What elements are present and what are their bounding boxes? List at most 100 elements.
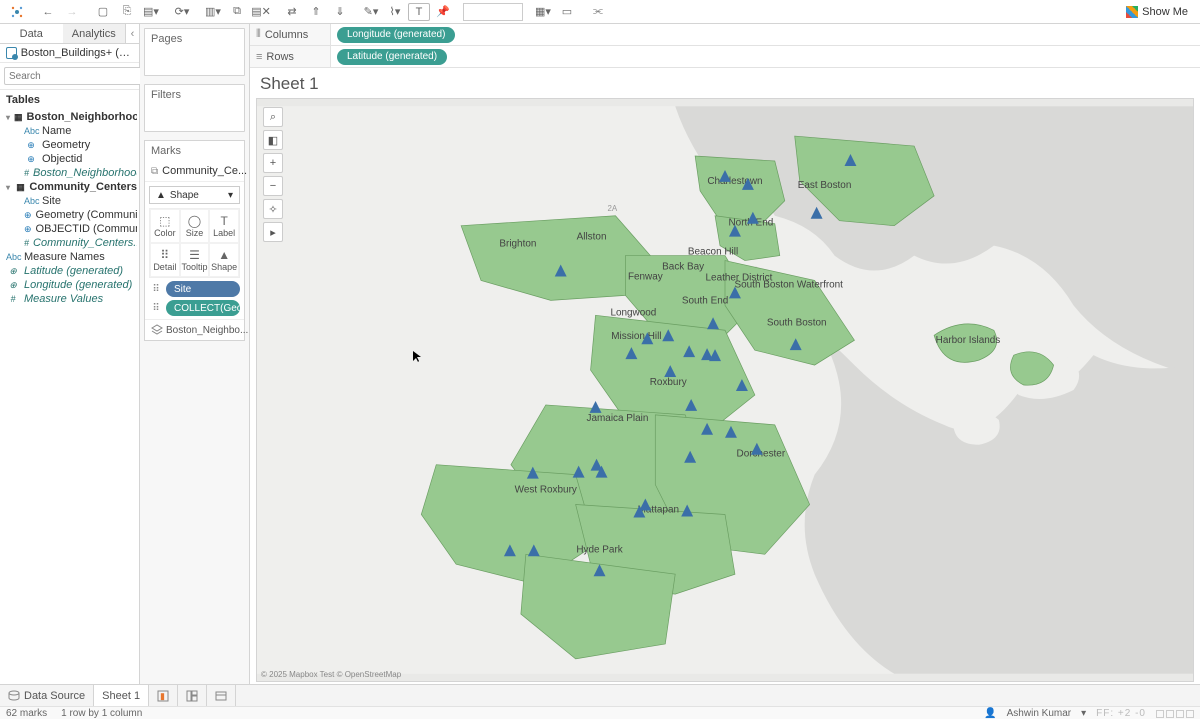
field-row[interactable]: ⊕Objectid (2, 152, 137, 166)
field-row[interactable]: #Community_Centers.... (2, 236, 137, 250)
rows-shelf[interactable]: ≡Rows Latitude (generated) (250, 46, 1200, 68)
marks-card: Marks ⧉ Community_Ce... ▲Shape ▾ ⬚Color◯… (144, 140, 245, 341)
duplicate-button[interactable]: ⧉ (226, 3, 248, 21)
cursor-icon (413, 351, 421, 363)
autosave-button[interactable]: ▤▾ (140, 3, 162, 21)
presentation-button[interactable]: ▭ (556, 3, 578, 21)
map-layers-button[interactable]: ◧ (263, 130, 283, 150)
field-row[interactable]: ⊕Geometry (2, 138, 137, 152)
table-row[interactable]: ▾▦Community_Centers (2, 180, 137, 194)
neighborhood-label: East Boston (798, 180, 852, 191)
user-icon: 👤 (984, 708, 996, 719)
map-zoom-out-button[interactable]: − (263, 176, 283, 196)
neighborhood-label: Brighton (499, 239, 536, 250)
table-row[interactable]: ▾▦Boston_Neighborhoods (2, 110, 137, 124)
filters-shelf[interactable]: Filters (144, 84, 245, 132)
triangle-icon[interactable]: ▾ (6, 183, 12, 192)
mark-cell-label[interactable]: TLabel (209, 209, 239, 243)
rows-pill[interactable]: Latitude (generated) (337, 49, 447, 65)
pages-shelf[interactable]: Pages (144, 28, 245, 76)
refresh-button[interactable]: ⟳▾ (171, 3, 193, 21)
pill-row-site[interactable]: ⠿ Site (149, 281, 240, 297)
neighborhood-label: Jamaica Plain (587, 413, 649, 424)
mark-cell-size[interactable]: ◯Size (180, 209, 210, 243)
neighborhood-label: Mission Hill (611, 331, 661, 342)
map-pin-button[interactable]: ✧ (263, 199, 283, 219)
tab-data[interactable]: Data (0, 24, 63, 43)
highlight-button[interactable]: ✎▾ (360, 3, 382, 21)
cards-button[interactable]: ▦▾ (532, 3, 554, 21)
sheet-tab[interactable]: Sheet 1 (94, 685, 149, 706)
collapse-data-pane[interactable]: ‹ (125, 24, 139, 43)
sort-asc-button[interactable]: ⇑ (305, 3, 327, 21)
map-search-button[interactable]: ⌕ (263, 107, 283, 127)
main-toolbar: ← → ▢ ⎘ ▤▾ ⟳▾ ▥▾ ⧉ ▤✕ ⇄ ⇑ ⇓ ✎▾ ⌇▾ T 📌 ▦▾… (0, 0, 1200, 24)
detail-slot-icon-2: ⠿ (149, 301, 163, 315)
pin-button[interactable]: 📌 (432, 3, 454, 21)
status-user[interactable]: Ashwin Kumar (1007, 708, 1071, 719)
show-me-button[interactable]: Show Me (1120, 4, 1194, 20)
sheet-title[interactable]: Sheet 1 (250, 68, 1200, 96)
fit-dropdown[interactable] (463, 3, 523, 21)
filters-title: Filters (145, 85, 244, 105)
new-sheet-button[interactable]: ▥▾ (202, 3, 224, 21)
sheet-tabs: Data Source Sheet 1 ▮ (0, 684, 1200, 706)
new-datasource-button[interactable]: ⎘ (116, 3, 138, 21)
mark-cell-color[interactable]: ⬚Color (150, 209, 180, 243)
pill-row-collect[interactable]: ⠿ COLLECT(Geo... (149, 300, 240, 316)
field-row[interactable]: ⊕Longitude (generated) (2, 278, 137, 292)
sort-desc-button[interactable]: ⇓ (329, 3, 351, 21)
view-mode-icons[interactable] (1156, 710, 1194, 718)
map-play-button[interactable]: ▸ (263, 222, 283, 242)
clear-button[interactable]: ▤✕ (250, 3, 272, 21)
totals-button[interactable]: T (408, 3, 430, 21)
logo-icon[interactable] (6, 3, 28, 21)
map-layer-icon (151, 323, 163, 337)
new-worksheet-button[interactable]: ▮ (149, 685, 178, 706)
pill-site[interactable]: Site (166, 281, 240, 297)
marks-layer-header[interactable]: ⧉ Community_Ce... (145, 161, 244, 182)
pages-title: Pages (145, 29, 244, 49)
field-row[interactable]: AbcSite (2, 194, 137, 208)
new-story-button[interactable] (207, 685, 236, 706)
mark-cell-tooltip[interactable]: ☰Tooltip (180, 243, 210, 277)
save-button[interactable]: ▢ (92, 3, 114, 21)
viz-container[interactable]: 2A CharlestownEast BostonNorth EndAllsto… (256, 98, 1194, 682)
columns-pill[interactable]: Longitude (generated) (337, 27, 455, 43)
swap-button[interactable]: ⇄ (281, 3, 303, 21)
share-button[interactable]: ⫘ (587, 3, 609, 21)
rows-label: Rows (266, 51, 294, 63)
field-row[interactable]: #Measure Values (2, 292, 137, 306)
show-me-label: Show Me (1142, 6, 1188, 18)
new-dashboard-button[interactable] (178, 685, 207, 706)
neighborhood-label: Harbor Islands (936, 335, 1001, 346)
neighborhood-label: Allston (577, 232, 607, 243)
group-button[interactable]: ⌇▾ (384, 3, 406, 21)
marks-layer-row-2[interactable]: Boston_Neighbo... (149, 323, 240, 337)
triangle-icon[interactable]: ▾ (6, 113, 10, 122)
field-row[interactable]: AbcName (2, 124, 137, 138)
tab-analytics[interactable]: Analytics (63, 24, 126, 43)
field-row[interactable]: AbcMeasure Names (2, 250, 137, 264)
map-zoom-in-button[interactable]: + (263, 153, 283, 173)
field-row[interactable]: ⊕Latitude (generated) (2, 264, 137, 278)
forward-button[interactable]: → (61, 3, 83, 21)
datasource-tab-icon (8, 690, 20, 702)
status-ff: FF: +2 -0 (1096, 708, 1146, 719)
mark-type-dropdown[interactable]: ▲Shape ▾ (149, 186, 240, 204)
field-row[interactable]: #Boston_Neighborhood... (2, 166, 137, 180)
mark-type-label: Shape (170, 190, 199, 201)
back-button[interactable]: ← (37, 3, 59, 21)
pill-collect[interactable]: COLLECT(Geo... (166, 300, 240, 316)
mark-cell-detail[interactable]: ⠿Detail (150, 243, 180, 277)
field-row[interactable]: ⊕OBJECTID (Community... (2, 222, 137, 236)
datasource-row[interactable]: Boston_Buildings+ (Mult... (0, 44, 139, 63)
columns-shelf[interactable]: ⦀Columns Longitude (generated) (250, 24, 1200, 46)
field-row[interactable]: ⊕Geometry (Community... (2, 208, 137, 222)
map-svg: 2A CharlestownEast BostonNorth EndAllsto… (257, 99, 1193, 681)
user-dropdown-icon[interactable]: ▾ (1081, 708, 1086, 719)
data-source-tab[interactable]: Data Source (0, 685, 94, 706)
mark-cell-shape[interactable]: ▲Shape (209, 243, 239, 277)
neighborhood-label: South Boston (767, 317, 827, 328)
search-input[interactable] (4, 67, 146, 85)
